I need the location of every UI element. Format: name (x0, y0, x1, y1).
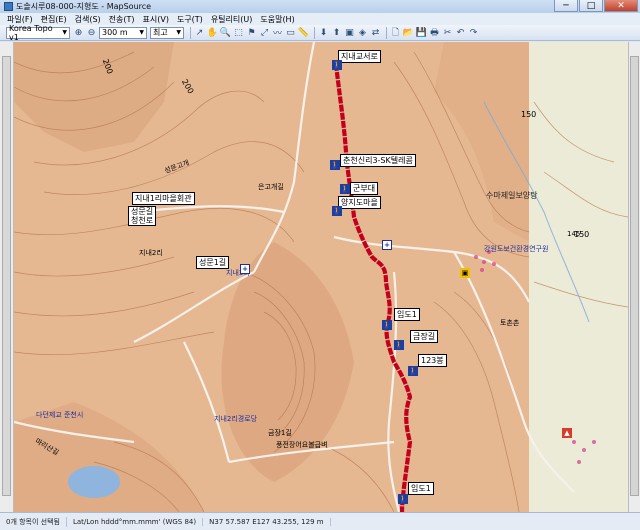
menu-search[interactable]: 검색(S) (71, 14, 105, 25)
map-tool-icon[interactable]: ↗ (194, 27, 205, 39)
separator (314, 26, 315, 39)
place-label[interactable]: 지내1리마을회관 (132, 192, 195, 205)
menu-transfer[interactable]: 전송(T) (105, 14, 139, 25)
menu-tools[interactable]: 도구(T) (173, 14, 207, 25)
menu-utility[interactable]: 유틸리티(U) (207, 14, 257, 25)
mapsource-window: 도솔시루08-000-지형도 - MapSource ─ □ ✕ 파일(F) 편… (0, 0, 640, 530)
detail-select[interactable]: 최고 ▼ (150, 26, 184, 39)
menu-help[interactable]: 도움말(H) (256, 14, 298, 25)
close-button[interactable]: ✕ (604, 0, 638, 12)
place-label: 145 (567, 230, 581, 238)
right-scrollbar[interactable] (628, 42, 640, 512)
right-scroll-thumb[interactable] (630, 56, 639, 496)
zoom-in-icon[interactable]: ⊕ (73, 27, 84, 39)
selection-tool-icon[interactable]: ⬚ (233, 27, 244, 39)
hiker-waypoint-icon[interactable]: 🚶 (332, 206, 342, 216)
redo-icon[interactable]: ↷ (468, 27, 479, 39)
chevron-down-icon: ▼ (62, 29, 67, 36)
status-bar: 0개 항목이 선택됨 Lat/Lon hddd°mm.mmm' (WGS 84)… (0, 512, 640, 530)
place-label[interactable]: 임도1 (394, 308, 420, 321)
zoom-value: 300 m (102, 28, 128, 37)
place-label: 수마제일보양탕 (486, 191, 538, 200)
church-icon[interactable]: + (240, 264, 250, 274)
place-label[interactable]: 금장길 (410, 330, 439, 343)
status-selection: 0개 항목이 선택됨 (0, 516, 67, 527)
chevron-down-icon: ▼ (139, 29, 144, 36)
status-coord-format: Lat/Lon hddd°mm.mmm' (WGS 84) (67, 517, 204, 526)
place-label: 다던제교 준천시 (36, 411, 84, 419)
distance-tool-icon[interactable]: 📏 (298, 27, 309, 39)
hand-tool-icon[interactable]: ✋ (207, 27, 218, 39)
window-controls: ─ □ ✕ (553, 0, 638, 12)
left-scroll-thumb[interactable] (2, 56, 11, 496)
menu-bar: 파일(F) 편집(E) 검색(S) 전송(T) 표시(V) 도구(T) 유틸리티… (0, 13, 640, 25)
toolbar: Korea Topo v1 ▼ ⊕ ⊖ 300 m ▼ 최고 ▼ ↗ ✋ 🔍 ⬚ ⚑ … (0, 23, 640, 42)
map-view[interactable]: 200 200 150 150 지내1리마을회관 성문길 청천로 성문1길 지내… (14, 42, 628, 512)
place-label[interactable]: 성문길 청천로 (128, 206, 157, 226)
contour-label: 150 (521, 110, 537, 119)
minimize-button[interactable]: ─ (554, 0, 578, 12)
detail-value: 최고 (153, 28, 168, 37)
undo-icon[interactable]: ↶ (455, 27, 466, 39)
place-label: 지내2리경로당 (214, 415, 258, 423)
place-label[interactable]: 123봉 (418, 354, 447, 367)
place-label: 금장1길 (268, 429, 292, 437)
hiker-waypoint-icon[interactable]: 🚶 (408, 366, 418, 376)
place-label: 강원도보건환경연구원 (484, 245, 549, 253)
separator (190, 26, 191, 39)
place-label[interactable]: 성문1길 (196, 256, 230, 269)
new-file-icon[interactable]: 🗋 (390, 27, 401, 39)
map-update-icon[interactable]: ◈ (357, 27, 368, 39)
place-label[interactable]: 양지도마을 (338, 196, 381, 209)
place-label[interactable]: 춘천신리3-SK텔레콤 (340, 154, 416, 167)
window-title: 도솔시루08-000-지형도 - MapSource (16, 2, 152, 11)
print-icon[interactable]: 🖶 (429, 27, 440, 39)
save-icon[interactable]: 💾 (416, 27, 427, 39)
shop-icon[interactable]: ▣ (460, 268, 470, 278)
place-label[interactable]: 지내교서로 (338, 50, 381, 63)
building-icon[interactable]: ▲ (562, 428, 572, 438)
hiker-waypoint-icon[interactable]: 🚶 (398, 494, 408, 504)
left-scrollbar[interactable] (0, 42, 14, 512)
track-tool-icon[interactable]: 〰 (272, 27, 283, 39)
map-product-value: Korea Topo v1 (9, 23, 53, 42)
place-label[interactable]: 임도1 (408, 482, 434, 495)
route-tool-icon[interactable]: ⤢ (259, 27, 270, 39)
place-label: 지내2리 (139, 249, 163, 257)
zoom-tool-icon[interactable]: 🔍 (220, 27, 231, 39)
hiker-waypoint-icon[interactable]: 🚶 (382, 320, 392, 330)
eraser-tool-icon[interactable]: ▭ (285, 27, 296, 39)
map-product-select[interactable]: Korea Topo v1 ▼ (6, 23, 70, 42)
place-label: 토촌촌 (500, 319, 520, 327)
send-to-device-icon[interactable]: ⬆ (331, 27, 342, 39)
status-coordinates: N37 57.587 E127 43.255, 129 m (203, 517, 331, 526)
hiker-waypoint-icon[interactable]: 🚶 (332, 60, 342, 70)
transfer-icon[interactable]: ⇄ (370, 27, 381, 39)
hiker-waypoint-icon[interactable]: 🚶 (330, 160, 340, 170)
separator (386, 26, 387, 39)
place-label: 은고개길 (258, 183, 284, 191)
open-file-icon[interactable]: 📂 (403, 27, 414, 39)
zoom-select[interactable]: 300 m ▼ (99, 26, 147, 39)
title-bar[interactable]: 도솔시루08-000-지형도 - MapSource ─ □ ✕ (0, 0, 640, 13)
cut-icon[interactable]: ✂ (442, 27, 453, 39)
waypoint-tool-icon[interactable]: ⚑ (246, 27, 257, 39)
device-icon[interactable]: ▣ (344, 27, 355, 39)
receive-from-device-icon[interactable]: ⬇ (318, 27, 329, 39)
zoom-out-icon[interactable]: ⊖ (86, 27, 97, 39)
chevron-down-icon: ▼ (176, 29, 181, 36)
menu-view[interactable]: 표시(V) (139, 14, 173, 25)
hospital-icon[interactable]: + (382, 240, 392, 250)
place-label: 풍전장어요볼급벼 (276, 441, 328, 449)
hiker-waypoint-icon[interactable]: 🚶 (394, 340, 404, 350)
hiker-waypoint-icon[interactable]: 🚶 (340, 184, 350, 194)
place-label[interactable]: 군부대 (350, 182, 379, 195)
maximize-button[interactable]: □ (579, 0, 603, 12)
app-icon (4, 2, 13, 11)
